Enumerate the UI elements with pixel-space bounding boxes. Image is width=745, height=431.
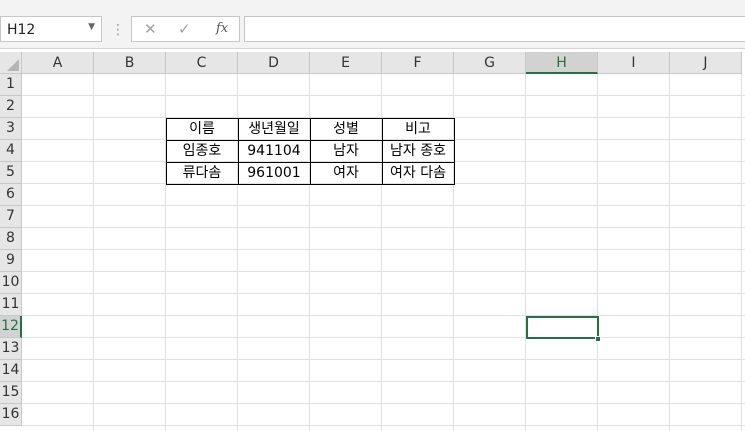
worksheet-grid[interactable]: ABCDEFGHIJ 1 2 3 4 5 6 7 8 9 10 11 12 13 14 15 16 이름 생년월… — [0, 52, 745, 431]
row-header-11[interactable]: 11 — [0, 294, 22, 316]
row-header-10[interactable]: 10 — [0, 272, 22, 294]
cell-c4[interactable]: 임종호 — [166, 140, 238, 162]
row-header-1[interactable]: 1 — [0, 74, 22, 96]
row-header-9[interactable]: 9 — [0, 250, 22, 272]
column-header-h[interactable]: H — [526, 52, 598, 74]
table-divider — [166, 162, 455, 163]
table-divider — [238, 118, 239, 185]
row-header-8[interactable]: 8 — [0, 228, 22, 250]
column-header-j[interactable]: J — [670, 52, 742, 74]
cell-f5[interactable]: 여자 다솜 — [382, 162, 454, 184]
enter-icon[interactable]: ✓ — [178, 20, 191, 38]
fill-handle[interactable] — [595, 336, 601, 342]
name-box-value: H12 — [7, 22, 36, 38]
chevron-down-icon[interactable]: ▼ — [88, 22, 95, 32]
gridline — [93, 74, 94, 431]
cell-d4[interactable]: 941104 — [238, 140, 310, 162]
select-all-button[interactable] — [0, 52, 22, 74]
column-header-g[interactable]: G — [454, 52, 526, 74]
formula-buttons: ✕ ✓ fx — [131, 16, 240, 42]
row-header-14[interactable]: 14 — [0, 360, 22, 382]
formula-input[interactable] — [244, 16, 745, 42]
column-header-i[interactable]: I — [598, 52, 670, 74]
gridline — [22, 95, 745, 96]
row-header-5[interactable]: 5 — [0, 162, 22, 184]
gridline — [22, 381, 745, 382]
cell-c5[interactable]: 류다솜 — [166, 162, 238, 184]
column-header-d[interactable]: D — [238, 52, 310, 74]
active-cell-selection[interactable] — [526, 316, 599, 339]
name-box[interactable]: H12 ▼ — [0, 16, 102, 42]
column-header-f[interactable]: F — [382, 52, 454, 74]
row-header-2[interactable]: 2 — [0, 96, 22, 118]
formula-bar: H12 ▼ ⋮ ✕ ✓ fx — [0, 8, 745, 49]
column-header-e[interactable]: E — [310, 52, 382, 74]
select-all-triangle-icon — [7, 59, 19, 71]
gridline — [22, 227, 745, 228]
row-header-16[interactable]: 16 — [0, 404, 22, 426]
gridline — [22, 315, 745, 316]
cell-e3[interactable]: 성별 — [310, 118, 382, 140]
gridline — [22, 205, 745, 206]
column-header-c[interactable]: C — [166, 52, 238, 74]
gridline — [22, 359, 745, 360]
row-header-4[interactable]: 4 — [0, 140, 22, 162]
table-divider — [166, 140, 455, 141]
drag-handle-icon[interactable]: ⋮ — [111, 22, 125, 38]
cell-f4[interactable]: 남자 종호 — [382, 140, 454, 162]
gridline — [669, 74, 670, 431]
gridline — [22, 249, 745, 250]
row-header-7[interactable]: 7 — [0, 206, 22, 228]
gridline — [597, 74, 598, 431]
row-header-15[interactable]: 15 — [0, 382, 22, 404]
table-divider — [310, 118, 311, 185]
gridline — [22, 403, 745, 404]
cell-e5[interactable]: 여자 — [310, 162, 382, 184]
insert-function-icon[interactable]: fx — [216, 21, 228, 36]
gridline — [741, 74, 742, 431]
row-header-6[interactable]: 6 — [0, 184, 22, 206]
cell-d5[interactable]: 961001 — [238, 162, 310, 184]
cell-d3[interactable]: 생년월일 — [238, 118, 310, 140]
row-header-13[interactable]: 13 — [0, 338, 22, 360]
gridline — [22, 271, 745, 272]
cell-e4[interactable]: 남자 — [310, 140, 382, 162]
gridline — [22, 293, 745, 294]
column-header-a[interactable]: A — [22, 52, 94, 74]
row-header-3[interactable]: 3 — [0, 118, 22, 140]
table-divider — [382, 118, 383, 185]
cancel-icon[interactable]: ✕ — [144, 20, 157, 38]
cell-c3[interactable]: 이름 — [166, 118, 238, 140]
cell-f3[interactable]: 비고 — [382, 118, 454, 140]
gridline — [22, 337, 745, 338]
row-header-12[interactable]: 12 — [0, 316, 22, 338]
gridline — [22, 425, 745, 426]
gridline — [525, 74, 526, 431]
column-header-b[interactable]: B — [94, 52, 166, 74]
